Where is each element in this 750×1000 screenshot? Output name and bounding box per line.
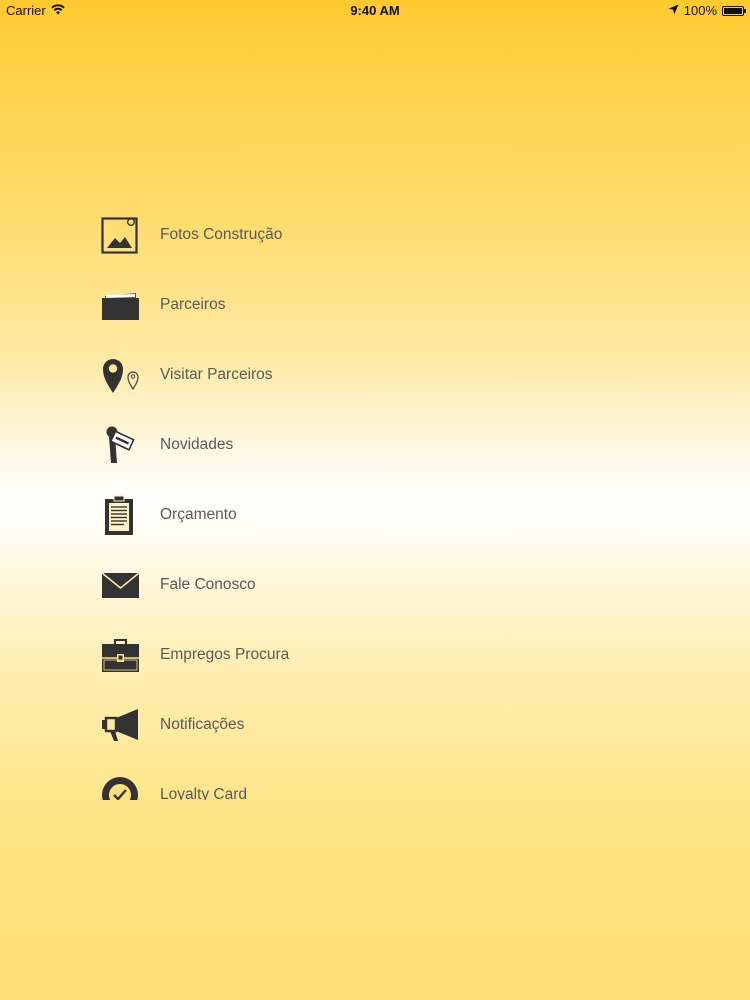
menu-item-parceiros[interactable]: Parceiros bbox=[100, 280, 500, 330]
main-menu: Fotos Construção Parceiros Visitar Parce… bbox=[0, 200, 750, 800]
photo-icon bbox=[100, 210, 150, 260]
folder-icon bbox=[100, 280, 150, 330]
menu-item-label: Loyalty Card bbox=[160, 786, 248, 800]
menu-item-label: Visitar Parceiros bbox=[160, 366, 273, 383]
briefcase-icon bbox=[100, 630, 150, 680]
battery-percent: 100% bbox=[683, 3, 717, 18]
menu-item-fotos-construcao[interactable]: Fotos Construção bbox=[100, 210, 500, 260]
megaphone-icon bbox=[100, 700, 150, 750]
menu-item-label: Empregos Procura bbox=[160, 646, 290, 663]
location-arrow-icon bbox=[668, 3, 679, 18]
clipboard-icon bbox=[100, 490, 150, 540]
menu-item-label: Orçamento bbox=[160, 506, 237, 523]
status-bar: Carrier 9:40 AM 100% bbox=[0, 0, 750, 22]
menu-item-label: Fale Conosco bbox=[160, 576, 256, 593]
badge-icon bbox=[100, 770, 150, 800]
battery-icon bbox=[722, 5, 746, 16]
map-pin-icon bbox=[100, 350, 150, 400]
menu-item-loyalty-card[interactable]: Loyalty Card bbox=[100, 770, 500, 800]
menu-item-label: Notificações bbox=[160, 716, 245, 733]
menu-item-notificacoes[interactable]: Notificações bbox=[100, 700, 500, 750]
status-right: 100% bbox=[668, 3, 746, 18]
menu-item-label: Parceiros bbox=[160, 296, 226, 313]
menu-item-novidades[interactable]: Novidades bbox=[100, 420, 500, 470]
status-time: 9:40 AM bbox=[350, 3, 400, 18]
menu-item-fale-conosco[interactable]: Fale Conosco bbox=[100, 560, 500, 610]
news-microphone-icon bbox=[100, 420, 150, 470]
menu-item-label: Fotos Construção bbox=[160, 226, 283, 243]
menu-item-visitar-parceiros[interactable]: Visitar Parceiros bbox=[100, 350, 500, 400]
envelope-icon bbox=[100, 560, 150, 610]
menu-item-empregos-procura[interactable]: Empregos Procura bbox=[100, 630, 500, 680]
menu-item-label: Novidades bbox=[160, 436, 234, 453]
battery-fill bbox=[724, 7, 742, 14]
menu-item-orcamento[interactable]: Orçamento bbox=[100, 490, 500, 540]
